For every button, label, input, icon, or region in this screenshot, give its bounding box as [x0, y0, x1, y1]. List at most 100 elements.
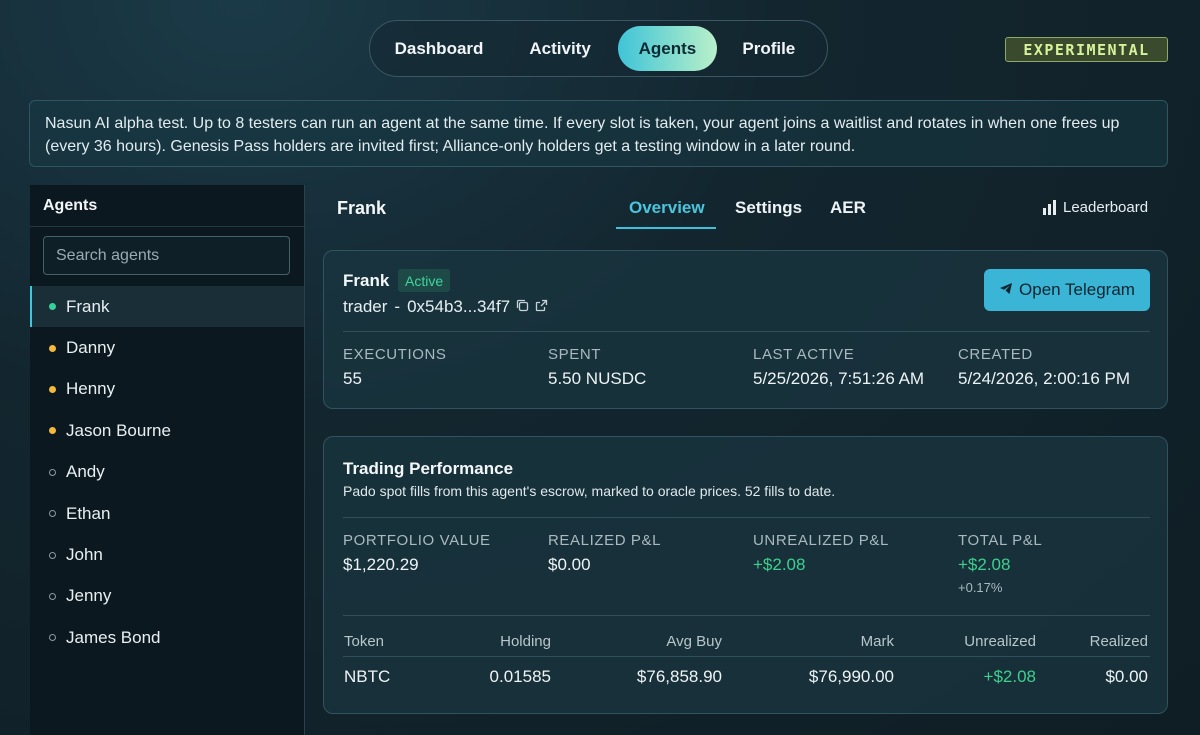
status-dot-idle [49, 468, 56, 476]
agent-item-label: Jason Bourne [66, 420, 171, 440]
stat-value: 5/24/2026, 2:00:16 PM [958, 369, 1131, 388]
stat-label: EXECUTIONS [343, 346, 447, 363]
leaderboard-link[interactable]: Leaderboard [1043, 199, 1148, 216]
nav-dashboard[interactable]: Dashboard [376, 26, 502, 71]
status-badge: Active [398, 269, 451, 292]
nav-profile[interactable]: Profile [717, 26, 821, 71]
table-cell-token: NBTC [344, 667, 391, 686]
stat-value: 5/25/2026, 7:51:26 AM [753, 369, 925, 388]
role-separator: - [394, 297, 401, 316]
agent-item-james-bond[interactable]: James Bond [30, 617, 304, 658]
stat-label: SPENT [548, 346, 602, 363]
tab-aer[interactable]: AER [830, 198, 866, 218]
status-dot-idle [49, 551, 56, 559]
tab-settings[interactable]: Settings [735, 198, 802, 218]
stat-label: UNREALIZED P&L [753, 532, 889, 549]
performance-description: Pado spot fills from this agent's escrow… [343, 483, 836, 499]
leaderboard-label: Leaderboard [1063, 199, 1149, 216]
stat-value: $1,220.29 [343, 555, 419, 574]
external-link-icon[interactable] [535, 299, 548, 315]
table-header: Unrealized [964, 633, 1036, 650]
agent-item-jenny[interactable]: Jenny [30, 576, 304, 617]
agent-item-label: Henny [66, 379, 116, 399]
table-header: Realized [1089, 633, 1148, 650]
agent-item-label: Jenny [66, 586, 112, 606]
agent-item-john[interactable]: John [30, 534, 304, 575]
stat-value: $0.00 [548, 555, 591, 574]
bar-chart-icon [1043, 200, 1056, 215]
agent-title: Frank [337, 198, 387, 218]
stat-created: CREATED 5/24/2026, 2:00:16 PM [958, 346, 1130, 389]
stat-total-pnl: TOTAL P&L +$2.08 +0.17% [958, 532, 1042, 595]
agent-card-name: Frank [343, 271, 390, 290]
card-divider [343, 517, 1150, 518]
table-header: Avg Buy [666, 633, 722, 650]
table-header: Holding [500, 633, 551, 650]
agent-item-andy[interactable]: Andy [30, 452, 304, 493]
agent-item-ethan[interactable]: Ethan [30, 493, 304, 534]
open-telegram-button[interactable]: Open Telegram [984, 269, 1150, 311]
tab-overview[interactable]: Overview [629, 198, 705, 218]
agent-header: Frank Overview Settings AER Leaderboard [305, 185, 1170, 230]
holdings-table: Token Holding Avg Buy Mark Unrealized Re… [343, 633, 1150, 697]
telegram-icon [999, 282, 1013, 298]
agent-item-label: Ethan [66, 503, 111, 523]
search-agents-input[interactable] [43, 236, 290, 275]
stat-label: CREATED [958, 346, 1033, 363]
trading-performance-card: Trading Performance Pado spot fills from… [323, 436, 1168, 714]
sidebar-title: Agents [30, 185, 304, 227]
agent-item-label: Frank [66, 296, 110, 316]
stat-spent: SPENT 5.50 NUSDC [548, 346, 646, 389]
nav-agents[interactable]: Agents [618, 26, 717, 71]
agent-item-henny[interactable]: Henny [30, 369, 304, 410]
stat-label: PORTFOLIO VALUE [343, 532, 491, 549]
table-cell-avg-buy: $76,858.90 [636, 667, 722, 686]
status-dot-pending [49, 427, 56, 435]
status-dot-pending [49, 344, 56, 352]
stat-subvalue: +0.17% [958, 580, 1003, 595]
status-dot-idle [49, 592, 56, 600]
agent-address-row: trader - 0x54b3...34f7 [343, 297, 548, 317]
agent-item-label: Danny [66, 338, 116, 358]
card-divider [343, 615, 1150, 616]
table-header: Mark [860, 633, 894, 650]
stat-label: REALIZED P&L [548, 532, 662, 549]
table-header: Token [344, 633, 385, 650]
stat-executions: EXECUTIONS 55 [343, 346, 447, 389]
agent-item-label: John [66, 545, 103, 565]
copy-icon[interactable] [516, 299, 529, 315]
stat-value: +$2.08 [753, 555, 806, 574]
status-dot-active [49, 303, 56, 311]
table-cell-unrealized: +$2.08 [983, 667, 1036, 686]
agent-item-label: Andy [66, 462, 105, 482]
nav-activity[interactable]: Activity [502, 26, 618, 71]
status-dot-idle [49, 634, 56, 642]
experimental-badge: EXPERIMENTAL [1005, 37, 1168, 62]
table-cell-mark: $76,990.00 [808, 667, 894, 686]
active-tab-indicator [616, 227, 716, 229]
table-cell-realized: $0.00 [1105, 667, 1148, 686]
stat-unrealized-pnl: UNREALIZED P&L +$2.08 [753, 532, 889, 575]
performance-title: Trading Performance [343, 459, 514, 478]
agent-item-danny[interactable]: Danny [30, 327, 304, 368]
alpha-notice: Nasun AI alpha test. Up to 8 testers can… [29, 100, 1168, 167]
stat-value: +$2.08 [958, 555, 1011, 574]
status-dot-idle [49, 510, 56, 518]
agent-item-label: James Bond [66, 627, 161, 647]
agent-summary-card: Frank Active trader - 0x54b3...34f7 Open… [323, 250, 1168, 409]
stat-value: 55 [343, 369, 362, 388]
telegram-button-label: Open Telegram [1019, 280, 1135, 299]
stat-portfolio-value: PORTFOLIO VALUE $1,220.29 [343, 532, 491, 575]
stat-label: TOTAL P&L [958, 532, 1043, 549]
stat-realized-pnl: REALIZED P&L $0.00 [548, 532, 661, 575]
top-nav: Dashboard Activity Agents Profile [369, 20, 828, 77]
stat-last-active: LAST ACTIVE 5/25/2026, 7:51:26 AM [753, 346, 924, 389]
agent-item-jason-bourne[interactable]: Jason Bourne [30, 410, 304, 451]
table-cell-holding: 0.01585 [489, 667, 551, 686]
status-dot-pending [49, 385, 56, 393]
card-divider [343, 331, 1150, 332]
agent-address: 0x54b3...34f7 [407, 297, 511, 316]
table-row: NBTC 0.01585 $76,858.90 $76,990.00 +$2.0… [343, 657, 1150, 697]
agent-item-frank[interactable]: Frank [30, 286, 304, 328]
stat-value: 5.50 NUSDC [548, 369, 647, 388]
